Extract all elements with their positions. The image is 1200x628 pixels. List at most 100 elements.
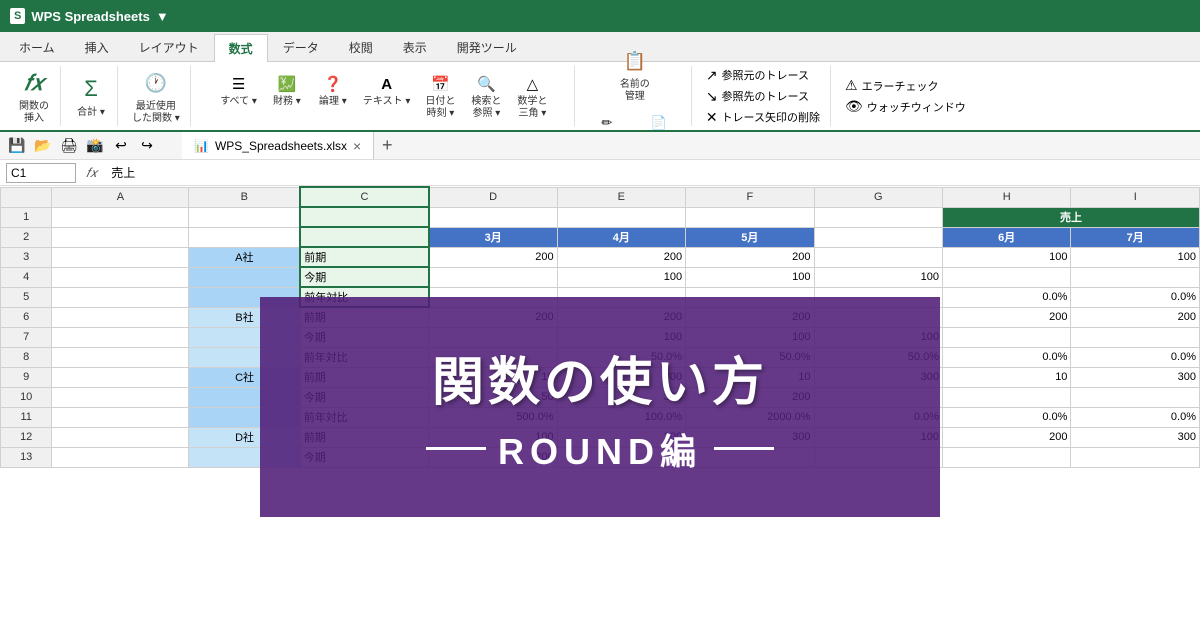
tab-view[interactable]: 表示 [388,33,442,61]
cell-e10[interactable]: 300 [557,387,685,407]
cell-i10[interactable] [1071,387,1200,407]
cell-e6[interactable]: 200 [557,307,685,327]
redo-button[interactable]: ↪ [136,135,158,157]
cell-b10[interactable] [189,387,300,407]
cell-g5[interactable] [814,287,942,307]
col-header-d[interactable]: D [429,187,557,207]
cell-a10[interactable] [52,387,189,407]
open-button[interactable]: 📂 [32,135,54,157]
cell-a11[interactable] [52,407,189,427]
cell-h9[interactable]: 10 [942,367,1070,387]
cell-g3[interactable] [814,247,942,267]
cell-f13[interactable] [686,447,814,467]
title-dropdown-icon[interactable]: ▼ [156,9,169,24]
cell-g6[interactable] [814,307,942,327]
cell-c2[interactable] [300,227,428,247]
col-header-g[interactable]: G [814,187,942,207]
cell-g10[interactable] [814,387,942,407]
cell-d12[interactable]: 100 [429,427,557,447]
cell-i8[interactable]: 0.0% [1071,347,1200,367]
watch-window-button[interactable]: 👁 ウォッチウィンドウ [841,97,970,116]
cell-c7[interactable]: 今期 [300,327,428,347]
logic-button[interactable]: ❓ 論理 ▾ [311,70,355,110]
cell-i4[interactable] [1071,267,1200,287]
cell-e11[interactable]: 100.0% [557,407,685,427]
cell-d2[interactable]: 3月 [429,227,557,247]
tab-devtools[interactable]: 開発ツール [442,33,532,61]
recent-functions-button[interactable]: 🕐 最近使用した関数 ▾ [128,65,184,127]
fx-button[interactable]: 𝑓𝑥 [80,165,103,181]
cell-i3[interactable]: 100 [1071,247,1200,267]
cell-e1[interactable] [557,207,685,227]
all-functions-button[interactable]: ☰ すべて ▾ [214,70,263,110]
text-button[interactable]: A テキスト ▾ [357,70,417,110]
cell-h13[interactable] [942,447,1070,467]
cell-b9[interactable]: C社 [189,367,300,387]
cell-d7[interactable] [429,327,557,347]
cell-g2[interactable] [814,227,942,247]
cell-g9[interactable]: 300 [814,367,942,387]
cell-d8[interactable] [429,347,557,367]
cell-h1[interactable]: 売上 [942,207,1199,227]
cell-b13[interactable] [189,447,300,467]
cell-d1[interactable] [429,207,557,227]
cell-i13[interactable] [1071,447,1200,467]
cell-d11[interactable]: 500.0% [429,407,557,427]
trace-precedents-button[interactable]: ↗ 参照元のトレース [702,66,813,85]
cell-c3[interactable]: 前期 [300,247,428,267]
cell-f10[interactable]: 200 [686,387,814,407]
cell-h8[interactable]: 0.0% [942,347,1070,367]
cell-g12[interactable]: 100 [814,427,942,447]
cell-c11[interactable]: 前年対比 [300,407,428,427]
cell-i11[interactable]: 0.0% [1071,407,1200,427]
cell-f5[interactable] [686,287,814,307]
cell-f12[interactable]: 300 [686,427,814,447]
formula-input[interactable] [107,163,1194,183]
cell-c5[interactable]: 前年対比 [300,287,428,307]
cell-a2[interactable] [52,227,189,247]
autosum-button[interactable]: Σ 合計 ▾ [71,71,111,121]
cell-f1[interactable] [686,207,814,227]
cell-b8[interactable] [189,347,300,367]
cell-b7[interactable] [189,327,300,347]
close-tab-button[interactable]: × [353,138,361,154]
error-check-button[interactable]: ⚠ エラーチェック [841,76,943,95]
cell-e8[interactable]: 50.0% [557,347,685,367]
tab-home[interactable]: ホーム [4,33,70,61]
cell-c10[interactable]: 今期 [300,387,428,407]
cell-h2[interactable]: 6月 [942,227,1070,247]
cell-e4[interactable]: 100 [557,267,685,287]
cell-c9[interactable]: 前期 [300,367,428,387]
cell-a6[interactable] [52,307,189,327]
col-header-c[interactable]: C [300,187,428,207]
cell-b3[interactable]: A社 [189,247,300,267]
cell-e9[interactable]: 300 [557,367,685,387]
cell-d4[interactable] [429,267,557,287]
tab-data[interactable]: データ [268,33,334,61]
cell-h3[interactable]: 100 [942,247,1070,267]
cell-f7[interactable]: 100 [686,327,814,347]
cell-g7[interactable]: 100 [814,327,942,347]
cell-g13[interactable] [814,447,942,467]
print-button[interactable]: 🖨 [58,135,80,157]
cell-b5[interactable] [189,287,300,307]
cell-h7[interactable] [942,327,1070,347]
cell-f8[interactable]: 50.0% [686,347,814,367]
cell-e7[interactable]: 100 [557,327,685,347]
cell-a7[interactable] [52,327,189,347]
cell-h4[interactable] [942,267,1070,287]
cell-a8[interactable] [52,347,189,367]
col-header-i[interactable]: I [1071,187,1200,207]
undo-button[interactable]: ↩ [110,135,132,157]
cell-e13[interactable] [557,447,685,467]
cell-a13[interactable] [52,447,189,467]
cell-i6[interactable]: 200 [1071,307,1200,327]
cell-e5[interactable] [557,287,685,307]
cell-h11[interactable]: 0.0% [942,407,1070,427]
math-button[interactable]: △ 数学と三角 ▾ [510,70,554,122]
cell-b6[interactable]: B社 [189,307,300,327]
cell-f6[interactable]: 200 [686,307,814,327]
cell-a3[interactable] [52,247,189,267]
cell-f2[interactable]: 5月 [686,227,814,247]
datetime-button[interactable]: 📅 日付と時刻 ▾ [418,70,462,122]
